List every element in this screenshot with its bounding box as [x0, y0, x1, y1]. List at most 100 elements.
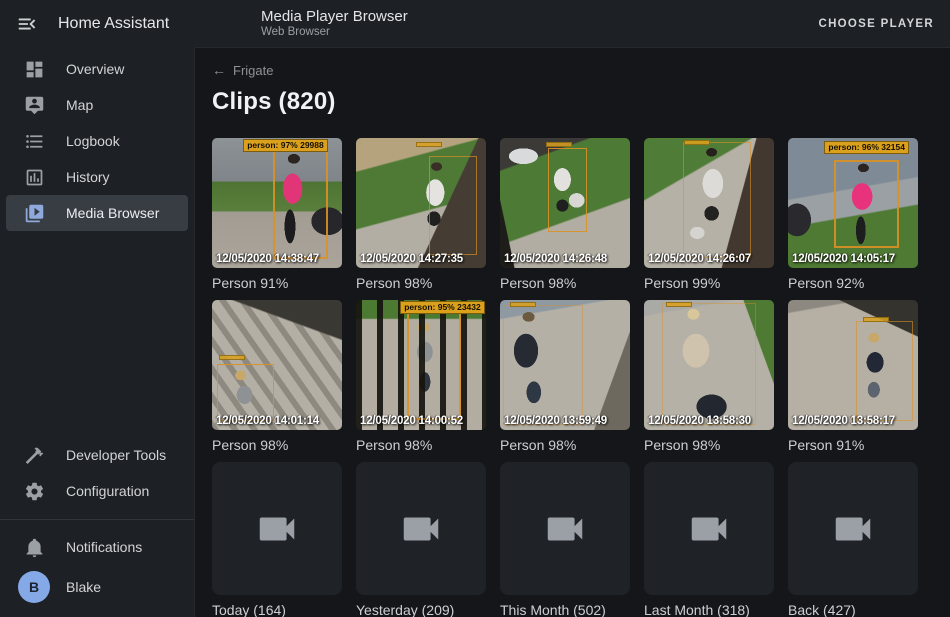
sidebar-item-label: Notifications	[66, 539, 142, 555]
header-title: Media Player Browser	[261, 8, 408, 25]
sidebar-item-label: Developer Tools	[66, 447, 166, 463]
video-camera-icon	[254, 506, 300, 552]
clip-caption: Person 98%	[500, 437, 630, 453]
clip-thumbnail[interactable]: person: 95% 23432 12/05/2020 14:00:52	[356, 300, 486, 430]
media-browser-content: ← Frigate Clips (820) person: 97% 29988 …	[196, 48, 950, 617]
detection-bounding-box	[429, 156, 477, 255]
cog-icon	[22, 479, 46, 503]
detection-strip	[416, 142, 442, 147]
clip-thumbnail[interactable]: 12/05/2020 14:27:35	[356, 138, 486, 268]
chart-box-icon	[22, 165, 46, 189]
clip-timestamp: 12/05/2020 14:26:48	[504, 253, 607, 265]
clip-card: person: 95% 23432 12/05/2020 14:00:52 Pe…	[356, 300, 486, 453]
folder-label: This Month (502)	[500, 602, 630, 617]
user-avatar: B	[18, 571, 50, 603]
home-assistant-app: Home Assistant Media Player Browser Web …	[0, 0, 950, 617]
header-subtitle: Web Browser	[261, 26, 408, 39]
clip-caption: Person 98%	[644, 437, 774, 453]
page-header: Media Player Browser Web Browser CHOOSE …	[195, 0, 950, 48]
clip-thumbnail[interactable]: 12/05/2020 14:01:14	[212, 300, 342, 430]
folder-label: Last Month (318)	[644, 602, 774, 617]
clip-caption: Person 91%	[212, 275, 342, 291]
page-title: Clips (820)	[212, 88, 950, 116]
detection-strip	[510, 302, 536, 307]
clip-thumbnail[interactable]: 12/05/2020 13:58:30	[644, 300, 774, 430]
clip-card: 12/05/2020 14:26:48 Person 98%	[500, 138, 630, 291]
folder-card-this-month: This Month (502)	[500, 462, 630, 617]
video-camera-icon	[686, 506, 732, 552]
sidebar-item-label: Media Browser	[66, 205, 159, 221]
detection-strip	[219, 355, 245, 360]
folder-thumbnail[interactable]	[500, 462, 630, 595]
clip-caption: Person 92%	[788, 275, 918, 291]
play-box-multiple-icon	[22, 201, 46, 225]
breadcrumb-label: Frigate	[233, 63, 273, 78]
clip-thumbnail[interactable]: 12/05/2020 13:59:49	[500, 300, 630, 430]
clip-card: 12/05/2020 13:59:49 Person 98%	[500, 300, 630, 453]
clip-thumbnail[interactable]: 12/05/2020 13:58:17	[788, 300, 918, 430]
detection-label: person: 97% 29988	[243, 139, 328, 152]
view-dashboard-icon	[22, 57, 46, 81]
choose-player-button[interactable]: CHOOSE PLAYER	[818, 18, 934, 30]
clip-timestamp: 12/05/2020 14:27:35	[360, 253, 463, 265]
sidebar-item-logbook[interactable]: Logbook	[6, 123, 188, 159]
folder-card-yesterday: Yesterday (209)	[356, 462, 486, 617]
detection-bounding-box	[683, 142, 751, 258]
sidebar-item-media-browser[interactable]: Media Browser	[6, 195, 188, 231]
sidebar: Overview Map Logbook History Media Brows…	[0, 48, 195, 617]
folder-thumbnail[interactable]	[356, 462, 486, 595]
clip-thumbnail[interactable]: 12/05/2020 14:26:48	[500, 138, 630, 268]
user-name: Blake	[66, 579, 101, 595]
tooltip-account-icon	[22, 93, 46, 117]
detection-label: person: 96% 32154	[824, 141, 909, 154]
folder-thumbnail[interactable]	[212, 462, 342, 595]
clip-thumbnail[interactable]: person: 97% 29988 12/05/2020 14:38:47	[212, 138, 342, 268]
breadcrumb-back[interactable]: ← Frigate	[212, 62, 273, 78]
clip-timestamp: 12/05/2020 14:05:17	[792, 253, 895, 265]
video-camera-icon	[542, 506, 588, 552]
clip-card: 12/05/2020 14:01:14 Person 98%	[212, 300, 342, 453]
detection-bounding-box	[407, 312, 462, 420]
folder-label: Today (164)	[212, 602, 342, 617]
bell-icon	[22, 535, 46, 559]
clip-caption: Person 99%	[644, 275, 774, 291]
sidebar-header: Home Assistant	[0, 0, 195, 48]
detection-strip	[666, 302, 692, 307]
sidebar-item-history[interactable]: History	[6, 159, 188, 195]
clip-timestamp: 12/05/2020 13:58:17	[792, 415, 895, 427]
folder-thumbnail[interactable]	[644, 462, 774, 595]
detection-bounding-box	[548, 148, 587, 231]
clip-thumbnail[interactable]: 12/05/2020 14:26:07	[644, 138, 774, 268]
sidebar-toggle-button[interactable]	[14, 11, 40, 37]
sidebar-item-label: Logbook	[66, 133, 120, 149]
sidebar-item-notifications[interactable]: Notifications	[6, 529, 188, 565]
clip-timestamp: 12/05/2020 14:01:14	[216, 415, 319, 427]
sidebar-item-overview[interactable]: Overview	[6, 51, 188, 87]
sidebar-item-configuration[interactable]: Configuration	[6, 473, 188, 509]
video-camera-icon	[830, 506, 876, 552]
clips-grid: person: 97% 29988 12/05/2020 14:38:47 Pe…	[212, 138, 950, 617]
clip-caption: Person 91%	[788, 437, 918, 453]
clip-caption: Person 98%	[356, 275, 486, 291]
sidebar-item-map[interactable]: Map	[6, 87, 188, 123]
clip-card: person: 97% 29988 12/05/2020 14:38:47 Pe…	[212, 138, 342, 291]
sidebar-item-label: Map	[66, 97, 93, 113]
menu-open-icon	[16, 13, 38, 35]
clip-card: person: 96% 32154 12/05/2020 14:05:17 Pe…	[788, 138, 918, 291]
hammer-icon	[22, 443, 46, 467]
sidebar-item-developer-tools[interactable]: Developer Tools	[6, 437, 188, 473]
detection-bounding-box	[503, 305, 584, 425]
folder-card-back: Back (427)	[788, 462, 918, 617]
sidebar-item-label: Configuration	[66, 483, 149, 499]
back-arrow-icon: ←	[212, 62, 226, 78]
detection-bounding-box	[834, 160, 899, 248]
clip-thumbnail[interactable]: person: 96% 32154 12/05/2020 14:05:17	[788, 138, 918, 268]
folder-card-last-month: Last Month (318)	[644, 462, 774, 617]
sidebar-user-profile[interactable]: B Blake	[6, 565, 188, 609]
folder-thumbnail[interactable]	[788, 462, 918, 595]
clip-card: 12/05/2020 13:58:17 Person 91%	[788, 300, 918, 453]
clip-timestamp: 12/05/2020 13:58:30	[648, 415, 751, 427]
format-list-bulleted-icon	[22, 129, 46, 153]
detection-bounding-box	[273, 145, 328, 259]
sidebar-divider	[0, 519, 194, 520]
